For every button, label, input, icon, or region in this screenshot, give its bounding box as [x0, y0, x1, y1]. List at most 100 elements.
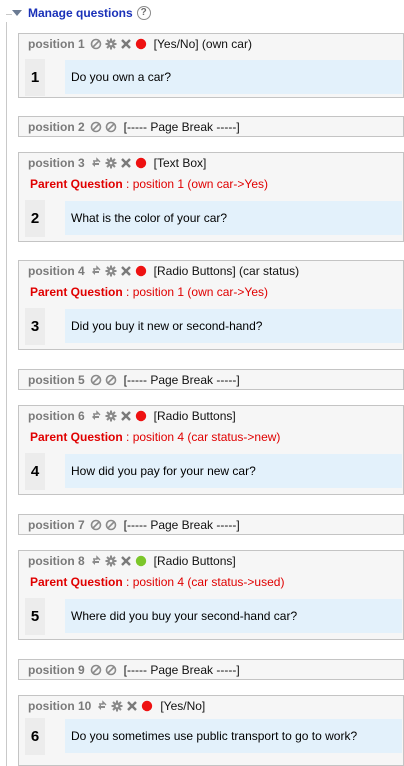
question-type: [Yes/No] — [160, 699, 206, 713]
section-header: Manage questions ? — [8, 4, 151, 22]
status-green-dot-icon[interactable] — [135, 555, 147, 567]
question-number: 1 — [25, 59, 45, 96]
move-arrows-icon[interactable] — [90, 555, 102, 567]
action-icons — [90, 664, 117, 676]
page-break-item: position 5 [----- Page Break -----] — [18, 369, 404, 390]
parent-question-label: Parent Question — [30, 176, 123, 191]
question-type: [Radio Buttons] — [153, 409, 236, 423]
disable-icon[interactable] — [90, 519, 102, 531]
parent-question-value: : position 1 (own car->Yes) — [126, 176, 268, 191]
disable-icon[interactable] — [105, 121, 117, 133]
delete-x-icon[interactable] — [120, 38, 132, 50]
status-red-dot-icon[interactable] — [135, 410, 147, 422]
question-text: Do you sometimes use public transport to… — [65, 719, 402, 753]
question-number: 4 — [25, 453, 45, 490]
position-label: position 2 — [28, 119, 85, 134]
disable-icon[interactable] — [90, 121, 102, 133]
parent-question-value: : position 1 (own car->Yes) — [126, 284, 268, 299]
question-number: 6 — [25, 718, 45, 755]
delete-x-icon[interactable] — [120, 410, 132, 422]
parent-question: Parent Question : position 4 (car status… — [19, 571, 403, 592]
parent-question: Parent Question : position 4 (car status… — [19, 426, 403, 447]
question-type: [----- Page Break -----] — [123, 372, 240, 387]
status-red-dot-icon[interactable] — [135, 265, 147, 277]
question-item: position 10 [Yes/No] 6 Do you sometimes … — [18, 695, 404, 766]
move-arrows-icon[interactable] — [90, 265, 102, 277]
disable-icon[interactable] — [90, 664, 102, 676]
question-number: 3 — [25, 308, 45, 345]
move-arrows-icon[interactable] — [90, 157, 102, 169]
question-text: Did you buy it new or second-hand? — [65, 309, 402, 343]
status-red-dot-icon[interactable] — [141, 700, 153, 712]
page-break-item: position 9 [----- Page Break -----] — [18, 659, 404, 680]
parent-question-value: : position 4 (car status->new) — [126, 429, 281, 444]
help-icon[interactable]: ? — [136, 6, 151, 20]
section-title[interactable]: Manage questions — [28, 6, 133, 20]
action-icons — [96, 700, 153, 712]
question-item: position 3 [Text Box] Parent Question : … — [18, 152, 404, 242]
question-item: position 1 [Yes/No] (own car) 1 Do you o… — [18, 33, 404, 98]
question-type: [----- Page Break -----] — [123, 517, 240, 532]
position-label: position 9 — [28, 662, 85, 677]
question-type: [Radio Buttons] — [153, 554, 236, 568]
status-red-dot-icon[interactable] — [135, 38, 147, 50]
page-break-item: position 2 [----- Page Break -----] — [18, 116, 404, 137]
settings-gear-icon[interactable] — [111, 700, 123, 712]
position-label: position 10 — [28, 699, 92, 713]
question-item: position 8 [Radio Buttons] Parent Questi… — [18, 550, 404, 640]
action-icons — [90, 410, 147, 422]
move-arrows-icon[interactable] — [90, 410, 102, 422]
question-type: [Text Box] — [153, 156, 207, 170]
parent-question-label: Parent Question — [30, 574, 123, 589]
page-break-item: position 7 [----- Page Break -----] — [18, 514, 404, 535]
position-label: position 7 — [28, 517, 85, 532]
action-icons — [90, 38, 147, 50]
delete-x-icon[interactable] — [120, 555, 132, 567]
position-label: position 6 — [28, 409, 85, 423]
action-icons — [90, 374, 117, 386]
question-type: [----- Page Break -----] — [123, 119, 240, 134]
question-type: [Radio Buttons] (car status) — [153, 264, 300, 278]
disable-icon[interactable] — [105, 664, 117, 676]
question-text: Where did you buy your second-hand car? — [65, 599, 402, 633]
question-item: position 4 [Radio Buttons] (car status) … — [18, 260, 404, 350]
collapse-triangle-icon[interactable] — [12, 10, 22, 16]
question-number: 2 — [25, 200, 45, 237]
position-label: position 3 — [28, 156, 85, 170]
question-number: 5 — [25, 598, 45, 635]
action-icons — [90, 519, 117, 531]
frame-left-line — [6, 22, 7, 766]
position-label: position 1 — [28, 37, 85, 51]
disable-icon[interactable] — [90, 374, 102, 386]
question-type: [Yes/No] (own car) — [153, 37, 252, 51]
delete-x-icon[interactable] — [120, 265, 132, 277]
parent-question: Parent Question : position 1 (own car->Y… — [19, 173, 403, 194]
position-label: position 4 — [28, 264, 85, 278]
delete-x-icon[interactable] — [126, 700, 138, 712]
move-arrows-icon[interactable] — [96, 700, 108, 712]
delete-x-icon[interactable] — [120, 157, 132, 169]
position-label: position 5 — [28, 372, 85, 387]
parent-question-value: : position 4 (car status->used) — [126, 574, 285, 589]
parent-question-label: Parent Question — [30, 284, 123, 299]
settings-gear-icon[interactable] — [105, 157, 117, 169]
action-icons — [90, 265, 147, 277]
settings-gear-icon[interactable] — [105, 555, 117, 567]
action-icons — [90, 121, 117, 133]
disable-icon[interactable] — [105, 374, 117, 386]
settings-gear-icon[interactable] — [105, 38, 117, 50]
settings-gear-icon[interactable] — [105, 410, 117, 422]
action-icons — [90, 157, 147, 169]
settings-gear-icon[interactable] — [105, 265, 117, 277]
action-icons — [90, 555, 147, 567]
question-text: Do you own a car? — [65, 60, 402, 94]
disable-icon[interactable] — [90, 38, 102, 50]
question-text: What is the color of your car? — [65, 201, 402, 235]
status-red-dot-icon[interactable] — [135, 157, 147, 169]
parent-question: Parent Question : position 1 (own car->Y… — [19, 281, 403, 302]
parent-question-label: Parent Question — [30, 429, 123, 444]
question-item: position 6 [Radio Buttons] Parent Questi… — [18, 405, 404, 495]
position-label: position 8 — [28, 554, 85, 568]
disable-icon[interactable] — [105, 519, 117, 531]
question-type: [----- Page Break -----] — [123, 662, 240, 677]
